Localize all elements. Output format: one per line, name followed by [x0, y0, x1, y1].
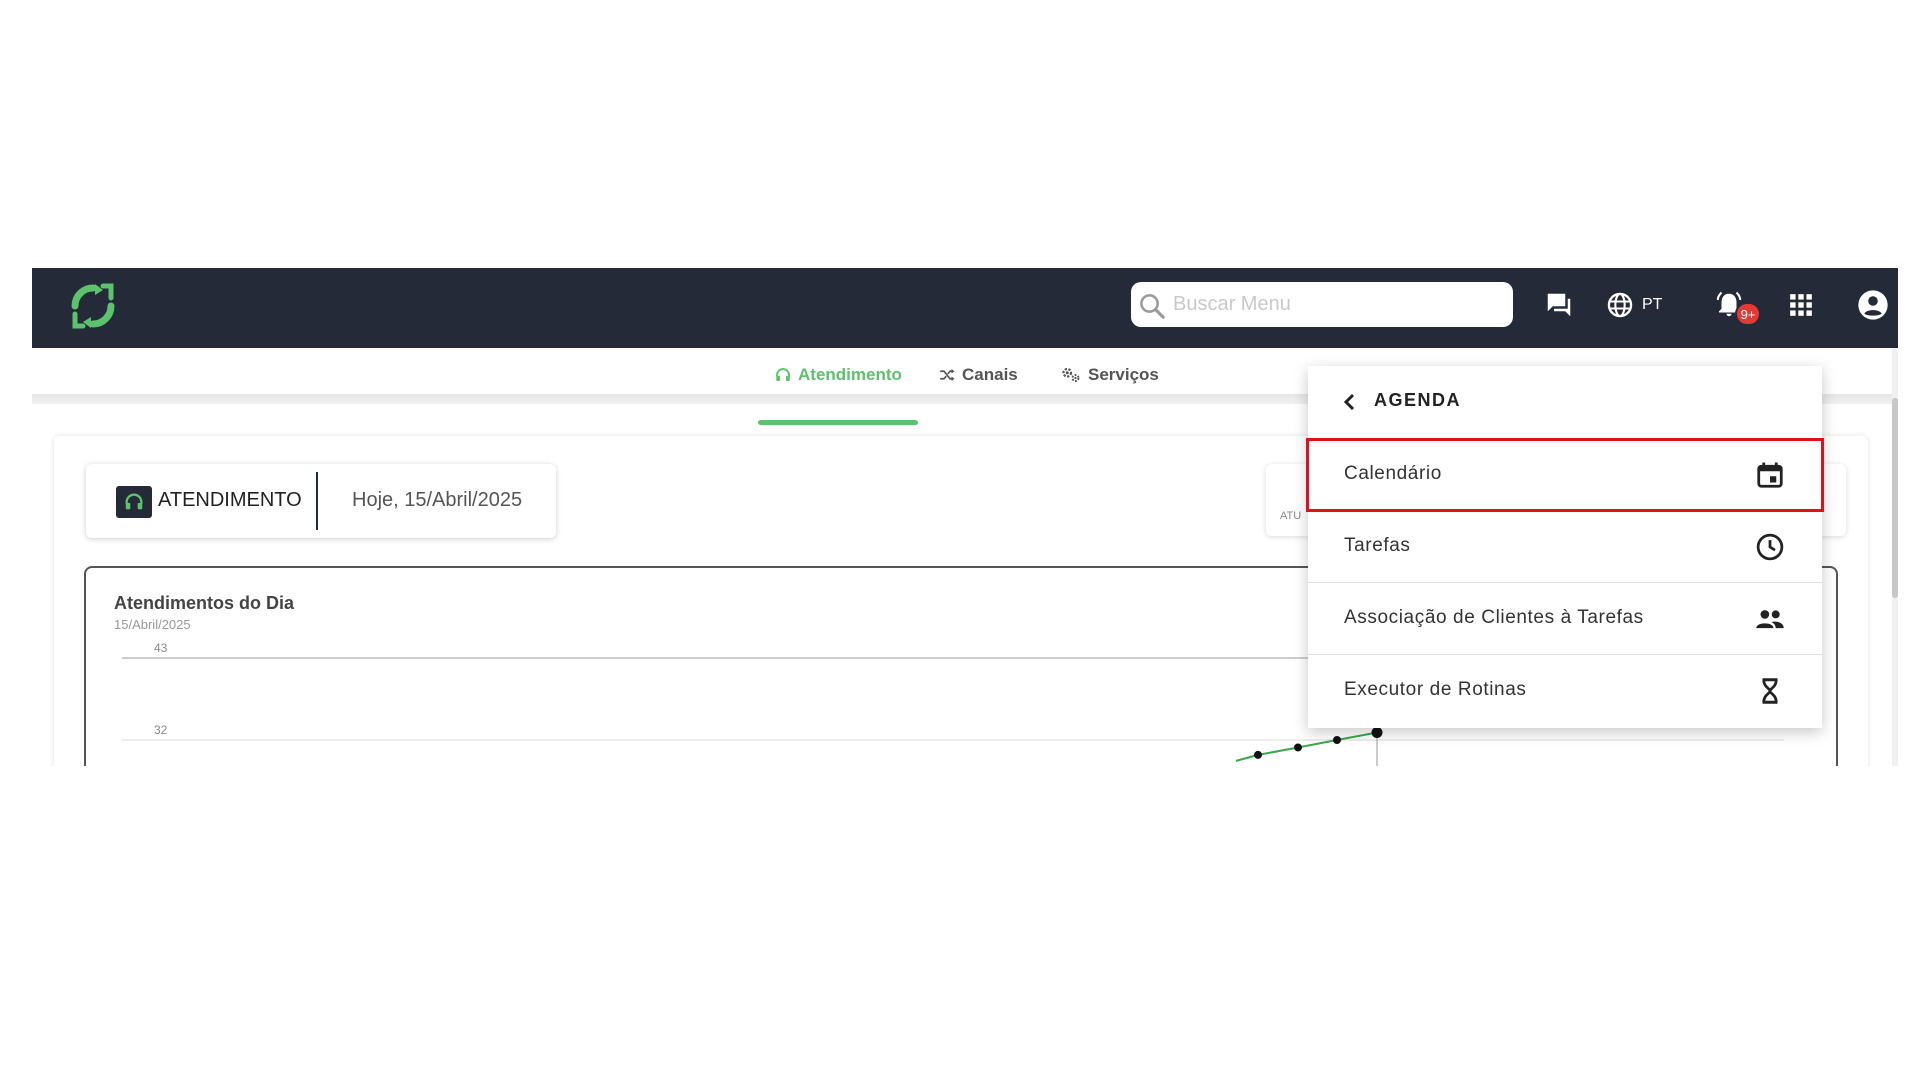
info-card: ATENDIMENTO Hoje, 15/Abril/2025 — [86, 464, 556, 538]
data-point[interactable] — [1333, 736, 1341, 744]
notifications-badge: 9+ — [1735, 302, 1761, 326]
search-box[interactable] — [1131, 282, 1513, 327]
user-account-icon[interactable] — [1856, 288, 1890, 322]
language-code: PT — [1642, 296, 1663, 313]
menu-item-label: Tarefas — [1344, 535, 1411, 556]
agenda-menu: AGENDA Calendário Tarefas Associação de … — [1306, 366, 1824, 728]
active-tab-indicator — [758, 420, 918, 425]
y-tick-label: 32 — [154, 723, 168, 737]
app-logo[interactable] — [65, 278, 121, 334]
tab-label: Serviços — [1088, 365, 1159, 384]
clock-icon — [1754, 531, 1786, 563]
data-point[interactable] — [1294, 743, 1302, 752]
tab-label: Canais — [962, 365, 1018, 384]
app-window: PT 9+ — [32, 268, 1898, 766]
menu-item-label: Associação de Clientes à Tarefas — [1344, 607, 1644, 628]
info-card-date: Hoje, 15/Abril/2025 — [352, 489, 523, 511]
apps-grid-icon[interactable] — [1784, 288, 1818, 322]
search-icon — [1140, 294, 1165, 319]
menu-title: AGENDA — [1374, 390, 1462, 410]
highlight-box — [1306, 438, 1824, 512]
menu-item-label: Executor de Rotinas — [1344, 679, 1527, 700]
headset-icon — [776, 368, 790, 381]
gears-icon — [1062, 367, 1080, 382]
y-tick-label: 43 — [154, 641, 168, 655]
shuffle-icon — [940, 369, 955, 381]
info-card-label: ATENDIMENTO — [158, 489, 302, 511]
chevron-left-icon — [1343, 393, 1355, 411]
search-input[interactable] — [1173, 288, 1503, 320]
tab-atendimento[interactable]: Atendimento — [774, 362, 902, 388]
people-icon — [1754, 603, 1786, 635]
headset-icon — [116, 486, 152, 518]
chat-icon[interactable] — [1542, 288, 1576, 322]
menu-item-associacao-clientes[interactable]: Associação de Clientes à Tarefas — [1308, 582, 1822, 654]
data-point[interactable] — [1371, 727, 1383, 739]
tab-label: Atendimento — [798, 365, 902, 384]
menu-item-tarefas[interactable]: Tarefas — [1308, 510, 1822, 582]
globe-icon — [1607, 292, 1633, 318]
menu-back-header[interactable]: AGENDA — [1308, 366, 1822, 438]
language-selector[interactable]: PT — [1606, 288, 1662, 322]
info-card-divider — [316, 472, 318, 530]
status-card-text: ATU — [1280, 510, 1302, 522]
scrollbar-thumb[interactable] — [1892, 398, 1898, 598]
top-bar: PT 9+ — [32, 268, 1898, 348]
tab-canais[interactable]: Canais — [938, 362, 1018, 388]
menu-item-executor-rotinas[interactable]: Executor de Rotinas — [1308, 654, 1822, 726]
tab-servicos[interactable]: Serviços — [1060, 362, 1159, 388]
data-point[interactable] — [1254, 750, 1262, 759]
hourglass-icon — [1754, 675, 1786, 707]
